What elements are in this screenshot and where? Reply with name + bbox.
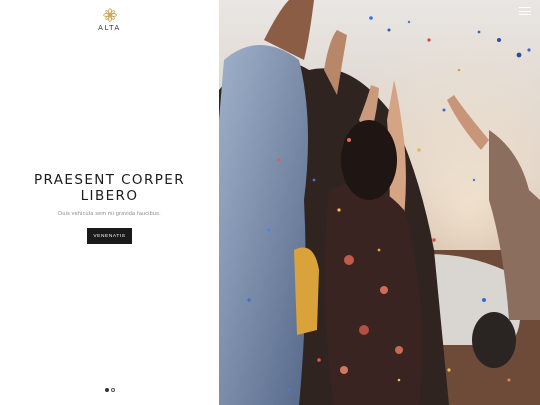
site-logo[interactable]: ALTA [0, 8, 219, 32]
slider-pagination [0, 388, 219, 392]
slide-dot-2[interactable] [110, 388, 115, 392]
crowd-confetti-image [219, 0, 540, 405]
hero-subtitle: Duis vehicula sem mi gravida faucibus. [58, 211, 161, 217]
menu-bar [519, 14, 531, 15]
left-content-panel: ALTA PRAESENT CORPER LIBERO Duis vehicul… [0, 0, 219, 405]
hamburger-menu-icon[interactable] [519, 7, 531, 16]
hero-text-block: PRAESENT CORPER LIBERO Duis vehicula sem… [0, 172, 219, 244]
venenatis-button[interactable]: VENENATIS [87, 228, 132, 244]
logo-text: ALTA [98, 24, 121, 32]
hero-photo [219, 0, 540, 405]
logo-flower-icon [102, 8, 117, 22]
menu-bar [519, 7, 531, 8]
menu-bar [519, 10, 531, 12]
hero-title: PRAESENT CORPER LIBERO [34, 172, 185, 204]
slide-dot-1[interactable] [104, 388, 109, 392]
